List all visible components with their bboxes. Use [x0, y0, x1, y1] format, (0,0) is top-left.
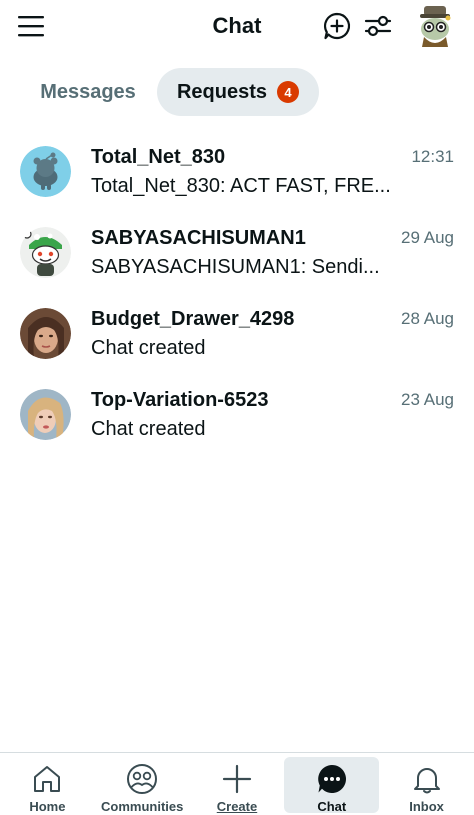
chat-row[interactable]: SABYASACHISUMAN1 SABYASACHISUMAN1: Sendi…	[0, 217, 474, 298]
nav-communities-label: Communities	[101, 799, 184, 814]
chat-row[interactable]: Top-Variation-6523 Chat created 23 Aug	[0, 379, 474, 460]
chat-username: SABYASACHISUMAN1	[91, 227, 306, 249]
chat-username: Budget_Drawer_4298	[91, 308, 295, 330]
chat-row[interactable]: Total_Net_830 Total_Net_830: ACT FAST, F…	[0, 136, 474, 217]
profile-photo-avatar	[20, 389, 71, 440]
chat-timestamp: 28 Aug	[401, 309, 454, 328]
menu-icon[interactable]	[18, 14, 44, 38]
tab-requests[interactable]: Requests 4	[157, 68, 319, 116]
chat-username: Top-Variation-6523	[91, 389, 269, 411]
chat-preview: Chat created	[91, 418, 206, 440]
nav-inbox[interactable]: Inbox	[379, 753, 474, 815]
tab-messages-label: Messages	[40, 80, 136, 103]
snoo-avatar-icon	[20, 146, 71, 197]
requests-count-badge: 4	[277, 81, 300, 103]
chat-tabs: Messages Requests 4	[0, 68, 474, 118]
tab-messages[interactable]: Messages	[22, 68, 154, 116]
nav-create[interactable]: Create	[190, 753, 285, 815]
nav-create-label: Create	[216, 799, 258, 814]
page-title: Chat	[212, 13, 262, 38]
profile-photo-avatar	[20, 308, 71, 359]
chat-preview: SABYASACHISUMAN1: Sendi...	[91, 256, 380, 278]
bell-icon	[411, 763, 443, 795]
bottom-nav: Home Communities Create Chat Inbox	[0, 752, 474, 815]
new-chat-plus-icon[interactable]	[322, 11, 352, 41]
nav-home[interactable]: Home	[0, 753, 95, 815]
chat-preview: Total_Net_830: ACT FAST, FRE...	[91, 175, 391, 197]
chat-username: Total_Net_830	[91, 146, 226, 168]
nav-inbox-label: Inbox	[409, 799, 444, 814]
tab-requests-label: Requests	[176, 80, 268, 103]
filter-sliders-icon[interactable]	[364, 12, 392, 40]
header: Chat	[0, 0, 474, 54]
plus-icon	[221, 763, 253, 795]
nav-home-label: Home	[29, 799, 66, 814]
user-avatar[interactable]	[414, 5, 456, 47]
chat-bubble-icon	[316, 763, 348, 795]
chat-row[interactable]: Budget_Drawer_4298 Chat created 28 Aug	[0, 298, 474, 379]
snoo-character-avatar	[20, 227, 71, 278]
chat-request-list: Total_Net_830 Total_Net_830: ACT FAST, F…	[0, 136, 474, 460]
nav-communities[interactable]: Communities	[95, 753, 190, 815]
chat-preview: Chat created	[91, 337, 206, 359]
chat-timestamp: 29 Aug	[401, 228, 454, 247]
nav-chat[interactable]: Chat	[284, 757, 380, 814]
nav-chat-label: Chat	[317, 799, 347, 814]
communities-icon	[126, 763, 158, 795]
chat-timestamp: 23 Aug	[401, 390, 454, 409]
chat-timestamp: 12:31	[411, 147, 454, 166]
home-icon	[31, 763, 63, 795]
